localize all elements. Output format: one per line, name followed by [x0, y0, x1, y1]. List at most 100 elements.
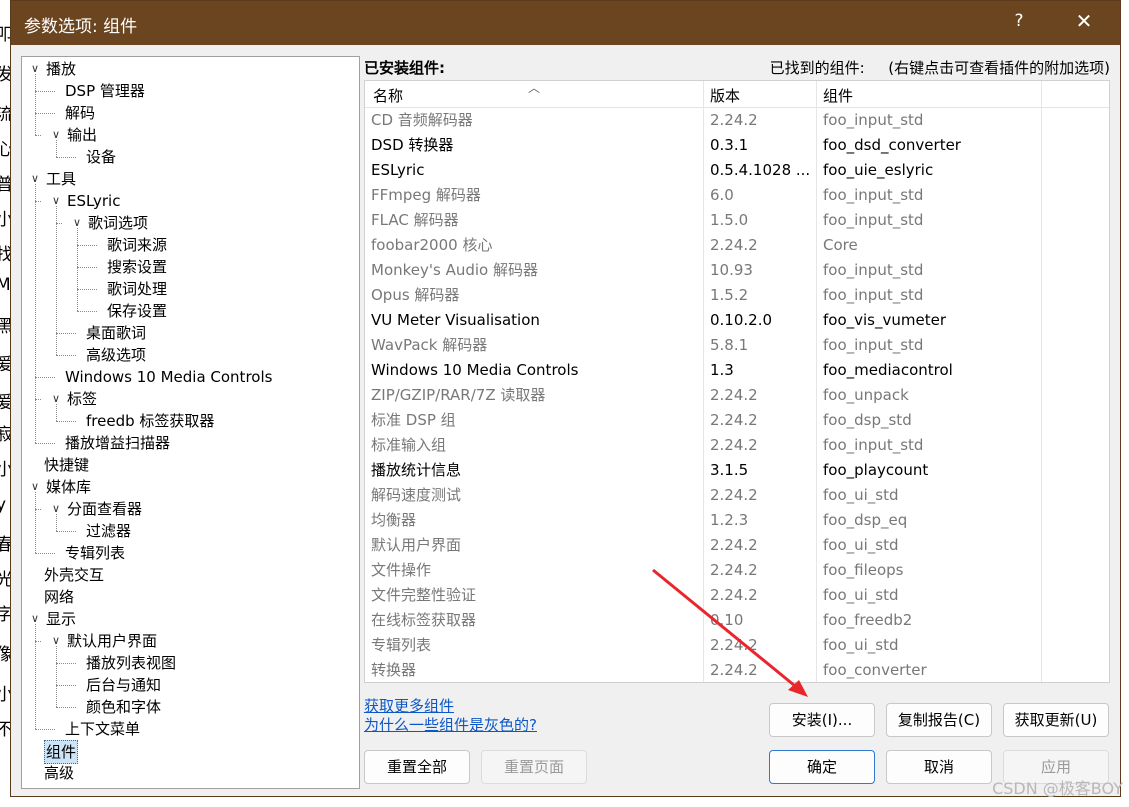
list-row[interactable]: 默认用户界面 2.24.2 foo_ui_std	[365, 533, 1109, 558]
cell-module: foo_vis_vumeter	[823, 311, 946, 329]
tree-item-label: 播放列表视图	[86, 654, 177, 672]
list-row[interactable]: 标准输入组 2.24.2 foo_input_std	[365, 433, 1109, 458]
tree-guide-line	[56, 355, 76, 356]
components-list[interactable]: 名称 ︿ 版本 组件 CD 音频解码器 2.24.2 foo_input_std DS…	[364, 80, 1110, 683]
list-row[interactable]: Windows 10 Media Controls 1.3 foo_mediacon…	[365, 358, 1109, 383]
chevron-down-icon[interactable]: ∨	[49, 498, 63, 520]
cell-name: ESLyric	[371, 161, 425, 179]
list-row[interactable]: 在线标签获取器 0.10 foo_freedb2	[365, 608, 1109, 633]
tree-item-label: 外壳交互	[44, 566, 105, 584]
tree-guide-line	[77, 228, 78, 311]
cell-version: 1.3	[710, 361, 734, 379]
tree-item-label: 歌词处理	[107, 280, 168, 298]
list-row[interactable]: ZIP/GZIP/RAR/7Z 读取器 2.24.2 foo_unpack	[365, 383, 1109, 408]
cell-version: 3.1.5	[710, 461, 749, 479]
cell-version: 2.24.2	[710, 436, 758, 454]
tree-item-label: 播放	[46, 60, 77, 78]
tree-guide-line	[35, 443, 55, 444]
chevron-down-icon[interactable]: ∨	[70, 212, 84, 234]
list-row[interactable]: Opus 解码器 1.5.2 foo_input_std	[365, 283, 1109, 308]
cancel-button[interactable]: 取消	[886, 750, 992, 784]
tree-item-label: 默认用户界面	[67, 632, 158, 650]
tree-guide-line	[35, 91, 55, 92]
cell-name: Monkey's Audio 解码器	[371, 261, 538, 279]
list-row[interactable]: foobar2000 核心 2.24.2 Core	[365, 233, 1109, 258]
cell-module: foo_input_std	[823, 436, 924, 454]
cell-version: 0.10.2.0	[710, 311, 773, 329]
column-version-header[interactable]: 版本	[710, 85, 740, 106]
chevron-down-icon[interactable]: ∨	[28, 58, 42, 80]
tree-item-label: 解码	[65, 104, 96, 122]
list-row[interactable]: DSD 转换器 0.3.1 foo_dsd_converter	[365, 133, 1109, 158]
tree-item-label: 专辑列表	[65, 544, 126, 562]
list-row[interactable]: 均衡器 1.2.3 foo_dsp_eq	[365, 508, 1109, 533]
cell-module: foo_unpack	[823, 386, 909, 404]
tree-item-label: 组件	[44, 740, 79, 764]
help-icon[interactable]: ?	[1009, 11, 1029, 31]
chevron-down-icon[interactable]: ∨	[49, 124, 63, 146]
cell-version: 0.3.1	[710, 136, 749, 154]
cell-module: Core	[823, 236, 858, 254]
close-icon[interactable]: ✕	[1071, 9, 1097, 33]
list-row[interactable]: 标准 DSP 组 2.24.2 foo_dsp_std	[365, 408, 1109, 433]
cell-name: 解码速度测试	[371, 486, 462, 504]
chevron-down-icon[interactable]: ∨	[49, 190, 63, 212]
tree-guide-line	[56, 707, 76, 708]
sort-ascending-icon: ︿	[528, 81, 541, 95]
tree-guide-line	[56, 663, 76, 664]
chevron-down-icon[interactable]: ∨	[28, 608, 42, 630]
list-row[interactable]: 文件完整性验证 2.24.2 foo_ui_std	[365, 583, 1109, 608]
cell-module: foo_ui_std	[823, 486, 899, 504]
list-row[interactable]: WavPack 解码器 5.8.1 foo_input_std	[365, 333, 1109, 358]
reset-page-button[interactable]: 重置页面	[481, 750, 587, 784]
ok-button[interactable]: 确定	[769, 750, 875, 784]
installed-components-label: 已安装组件:	[364, 59, 445, 77]
cell-version: 1.5.0	[710, 211, 749, 229]
list-row[interactable]: CD 音频解码器 2.24.2 foo_input_std	[365, 108, 1109, 133]
list-row[interactable]: 解码速度测试 2.24.2 foo_ui_std	[365, 483, 1109, 508]
cell-name: VU Meter Visualisation	[371, 311, 540, 329]
copy-report-button[interactable]: 复制报告(C)	[886, 703, 992, 737]
why-gray-link[interactable]: 为什么一些组件是灰色的?	[364, 714, 537, 735]
cell-version: 2.24.2	[710, 111, 758, 129]
get-more-components-link[interactable]: 获取更多组件	[364, 695, 454, 716]
preferences-tree[interactable]: ∨ 播放 DSP 管理器 解码 ∨ 输出 设备 ∨ 工具 ∨ ESLyric ∨ 歌词选项 歌词来源 搜索设…	[21, 56, 360, 789]
tree-guide-line	[35, 729, 55, 730]
list-row[interactable]: 转换器 2.24.2 foo_converter	[365, 658, 1109, 682]
tree-item-label: 桌面歌词	[86, 324, 147, 342]
list-row[interactable]: 专辑列表 2.24.2 foo_ui_std	[365, 633, 1109, 658]
title-bar: 参数选项: 组件 ? ✕	[11, 1, 1120, 45]
install-button[interactable]: 安装(I)...	[769, 703, 875, 737]
list-row[interactable]: Monkey's Audio 解码器 10.93 foo_input_std	[365, 258, 1109, 283]
tree-item-label: 后台与通知	[86, 676, 162, 694]
chevron-down-icon[interactable]: ∨	[49, 388, 63, 410]
watermark: CSDN @极客BOY	[992, 779, 1123, 798]
chevron-down-icon[interactable]: ∨	[28, 476, 42, 498]
list-row[interactable]: ESLyric 0.5.4.1028 ... foo_uie_eslyric	[365, 158, 1109, 183]
chevron-down-icon[interactable]: ∨	[49, 630, 63, 652]
list-row[interactable]: 播放统计信息 3.1.5 foo_playcount	[365, 458, 1109, 483]
chevron-down-icon[interactable]: ∨	[28, 168, 42, 190]
tree-item-label: 高级选项	[86, 346, 147, 364]
cell-module: foo_input_std	[823, 261, 924, 279]
list-row[interactable]: FLAC 解码器 1.5.0 foo_input_std	[365, 208, 1109, 233]
list-row[interactable]: 文件操作 2.24.2 foo_fileops	[365, 558, 1109, 583]
cell-module: foo_input_std	[823, 336, 924, 354]
get-updates-button[interactable]: 获取更新(U)	[1003, 703, 1109, 737]
tree-item-label: 媒体库	[46, 478, 92, 496]
tree-item-label: 颜色和字体	[86, 698, 162, 716]
tree-guide-line	[56, 223, 62, 224]
tree-item-label: 歌词来源	[107, 236, 168, 254]
cell-name: WavPack 解码器	[371, 336, 488, 354]
list-row[interactable]: VU Meter Visualisation 0.10.2.0 foo_vis_vu…	[365, 308, 1109, 333]
cell-name: DSD 转换器	[371, 136, 454, 154]
tree-item-label: 工具	[46, 170, 77, 188]
reset-all-button[interactable]: 重置全部	[364, 750, 470, 784]
cell-module: foo_dsp_std	[823, 411, 912, 429]
column-module-header[interactable]: 组件	[823, 85, 853, 106]
cell-name: 在线标签获取器	[371, 611, 477, 629]
column-name-header[interactable]: 名称	[373, 85, 403, 106]
tree-guide-line	[56, 685, 76, 686]
tree-guide-line	[35, 135, 41, 136]
list-row[interactable]: FFmpeg 解码器 6.0 foo_input_std	[365, 183, 1109, 208]
